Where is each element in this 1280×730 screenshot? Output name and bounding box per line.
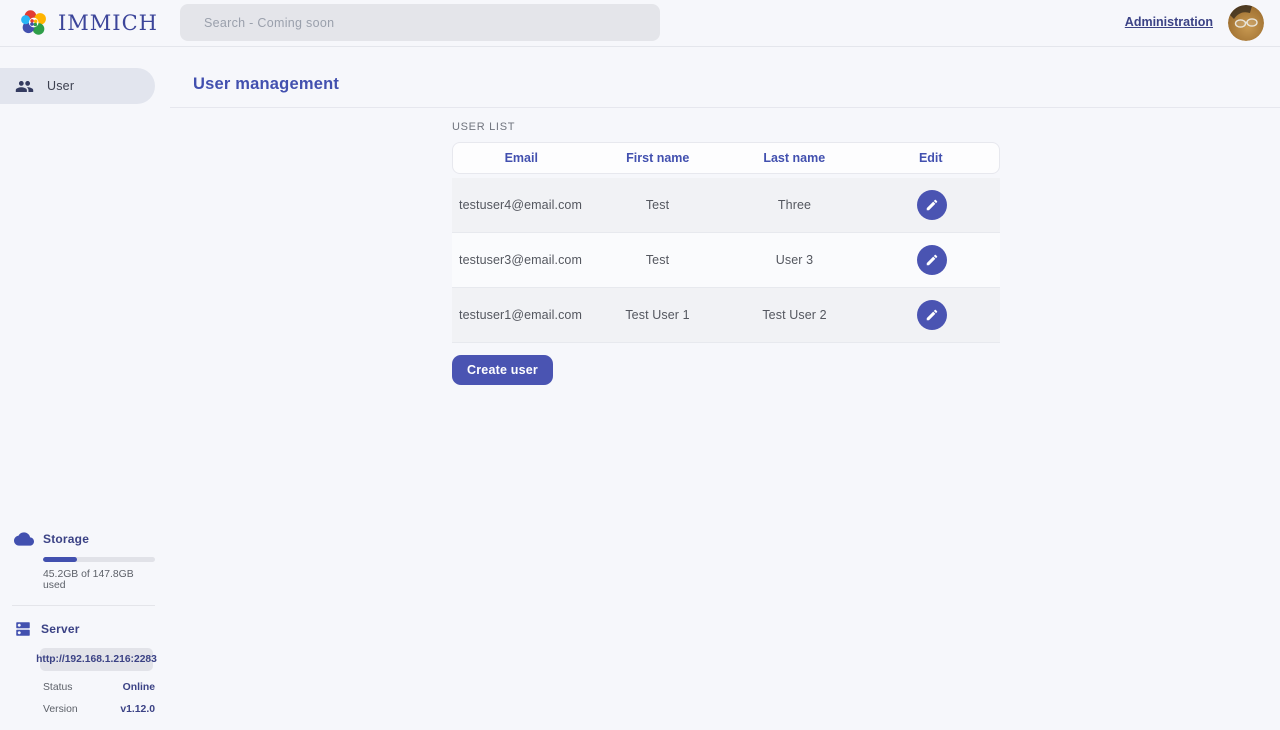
server-version-row: Version v1.12.0 bbox=[43, 704, 155, 715]
table-body: testuser4@email.com Test Three testuser3… bbox=[452, 178, 1000, 343]
page-title-strip: User management bbox=[170, 47, 1280, 108]
storage-section-header: Storage bbox=[0, 529, 155, 549]
status-label: Status bbox=[43, 682, 72, 693]
cell-first-name: Test User 1 bbox=[589, 308, 726, 322]
storage-progress-fill bbox=[43, 557, 77, 562]
pencil-icon bbox=[925, 308, 939, 322]
cell-email: testuser4@email.com bbox=[452, 198, 589, 212]
server-url-badge: http://192.168.1.216:2283 bbox=[40, 648, 153, 671]
cell-first-name: Test bbox=[589, 198, 726, 212]
user-list-panel: USER LIST Email First name Last name Edi… bbox=[452, 121, 1000, 385]
sidebar-divider bbox=[12, 605, 155, 606]
column-header-first-name: First name bbox=[590, 151, 727, 165]
cell-last-name: User 3 bbox=[726, 253, 863, 267]
pencil-icon bbox=[925, 198, 939, 212]
search-bar[interactable] bbox=[180, 4, 660, 41]
user-list-heading: USER LIST bbox=[452, 121, 1000, 133]
create-user-button[interactable]: Create user bbox=[452, 355, 553, 385]
pencil-icon bbox=[925, 253, 939, 267]
server-title: Server bbox=[41, 622, 80, 636]
storage-progress-bar bbox=[43, 557, 155, 562]
sidebar-item-user[interactable]: User bbox=[0, 68, 155, 104]
immich-flower-icon bbox=[20, 8, 49, 37]
sidebar-footer: Storage 45.2GB of 147.8GB used Server ht… bbox=[0, 529, 155, 730]
edit-user-button[interactable] bbox=[917, 245, 947, 275]
status-value: Online bbox=[123, 682, 155, 693]
administration-link[interactable]: Administration bbox=[1125, 15, 1213, 29]
column-header-last-name: Last name bbox=[726, 151, 863, 165]
version-value: v1.12.0 bbox=[120, 704, 155, 715]
search-input[interactable] bbox=[180, 4, 660, 41]
sidebar: User Storage 45.2GB of 147.8GB used Serv… bbox=[0, 47, 155, 730]
server-icon bbox=[14, 620, 32, 638]
avatar[interactable] bbox=[1228, 5, 1264, 41]
cell-email: testuser1@email.com bbox=[452, 308, 589, 322]
storage-usage-text: 45.2GB of 147.8GB used bbox=[43, 569, 155, 591]
sidebar-item-label: User bbox=[47, 79, 74, 93]
table-row: testuser1@email.com Test User 1 Test Use… bbox=[452, 288, 1000, 343]
users-icon bbox=[15, 77, 34, 96]
table-header-row: Email First name Last name Edit bbox=[452, 142, 1000, 174]
cell-last-name: Test User 2 bbox=[726, 308, 863, 322]
edit-user-button[interactable] bbox=[917, 190, 947, 220]
logo-wordmark: IMMICH bbox=[58, 11, 158, 35]
table-row: testuser4@email.com Test Three bbox=[452, 178, 1000, 233]
cell-email: testuser3@email.com bbox=[452, 253, 589, 267]
cell-last-name: Three bbox=[726, 198, 863, 212]
column-header-edit: Edit bbox=[863, 151, 1000, 165]
column-header-email: Email bbox=[453, 151, 590, 165]
page-title: User management bbox=[193, 75, 339, 93]
top-header: IMMICH Administration bbox=[0, 0, 1280, 47]
storage-title: Storage bbox=[43, 532, 89, 546]
cell-first-name: Test bbox=[589, 253, 726, 267]
server-status-row: Status Online bbox=[43, 682, 155, 693]
edit-user-button[interactable] bbox=[917, 300, 947, 330]
immich-logo[interactable]: IMMICH bbox=[20, 8, 158, 37]
avatar-photo bbox=[1228, 5, 1264, 41]
table-row: testuser3@email.com Test User 3 bbox=[452, 233, 1000, 288]
main-content: User management USER LIST Email First na… bbox=[155, 47, 1280, 730]
version-label: Version bbox=[43, 704, 78, 715]
server-section-header: Server bbox=[0, 620, 155, 638]
cloud-icon bbox=[14, 529, 34, 549]
